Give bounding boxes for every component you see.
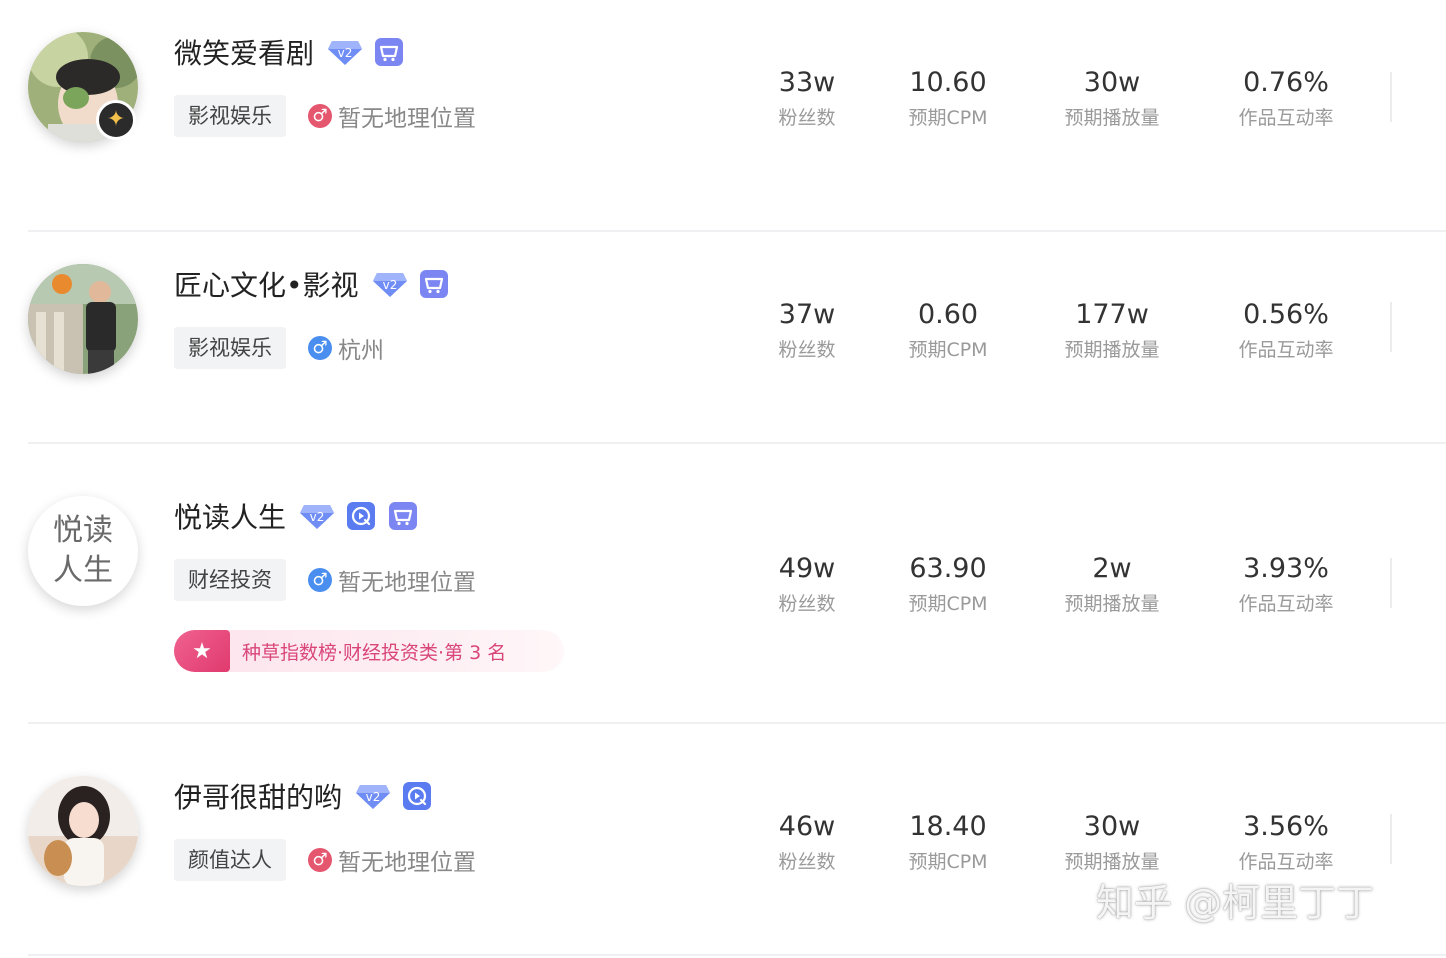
fans-stat: 46w 粉丝数 [750, 810, 864, 876]
avatar[interactable] [28, 264, 138, 374]
plays-stat: 2w 预期播放量 [1042, 552, 1182, 618]
engagement-value: 0.76% [1243, 67, 1329, 98]
cpm-value: 0.60 [917, 299, 979, 330]
creator-name[interactable]: 悦读人生 [174, 496, 286, 536]
fans-stat: 37w 粉丝数 [750, 298, 864, 364]
engagement-label: 作品互动率 [1238, 339, 1334, 361]
cpm-value: 10.60 [909, 67, 987, 98]
avatar-text-line: 悦读 [53, 513, 113, 548]
creator-name[interactable]: 微笑爱看剧 [174, 32, 314, 72]
v2-badge-icon: v2 [372, 270, 407, 298]
location-text: 杭州 [338, 338, 384, 364]
shop-cart-icon [388, 501, 418, 531]
svg-text:v2: v2 [338, 46, 353, 60]
plays-value: 30w [1083, 67, 1141, 98]
divider [1390, 72, 1392, 122]
creator-name[interactable]: 匠心文化•影视 [174, 264, 359, 304]
category-tag: 财经投资 [174, 559, 286, 601]
creator-row[interactable]: 悦读 人生 悦读人生 v2 财经投资 ♂ 暂无地理位置 ★ 种草指数榜·财经投资… [28, 444, 1446, 724]
engagement-stat: 0.76% 作品互动率 [1218, 66, 1354, 132]
gender-female-icon: ♂ [308, 104, 332, 128]
engagement-label: 作品互动率 [1238, 593, 1334, 615]
v2-badge-icon: v2 [300, 502, 335, 530]
plays-value: 2w [1092, 553, 1132, 584]
fans-label: 粉丝数 [778, 593, 836, 615]
creator-list: ✦ 微笑爱看剧 v2 影视娱乐 ♂ 暂无地理位置 33w 粉丝数 10.60 预… [0, 0, 1446, 958]
creator-row[interactable]: 匠心文化•影视 v2 影视娱乐 ♂ 杭州 37w 粉丝数 0.60 预期CPM … [28, 212, 1446, 444]
divider [1390, 302, 1392, 352]
plays-stat: 30w 预期播放量 [1042, 66, 1182, 132]
engagement-value: 3.93% [1243, 553, 1329, 584]
location-text: 暂无地理位置 [338, 570, 476, 596]
plays-label: 预期播放量 [1064, 593, 1160, 615]
avatar[interactable]: 悦读 人生 [28, 496, 138, 606]
engagement-value: 3.56% [1243, 811, 1329, 842]
fans-value: 46w [778, 811, 836, 842]
engagement-stat: 3.93% 作品互动率 [1218, 552, 1354, 618]
shop-cart-icon [419, 269, 449, 299]
rank-badge[interactable]: ★ 种草指数榜·财经投资类·第 3 名 [174, 630, 564, 672]
cpm-value: 18.40 [909, 811, 987, 842]
divider [1390, 814, 1392, 864]
cpm-label: 预期CPM [908, 593, 988, 615]
plays-value: 30w [1083, 811, 1141, 842]
fans-label: 粉丝数 [778, 339, 836, 361]
plays-stat: 177w 预期播放量 [1042, 298, 1182, 364]
cpm-stat: 0.60 预期CPM [886, 298, 1010, 364]
plays-stat: 30w 预期播放量 [1042, 810, 1182, 876]
rank-text: 种草指数榜·财经投资类·第 3 名 [242, 641, 507, 664]
engagement-label: 作品互动率 [1238, 107, 1334, 129]
svg-text:v2: v2 [310, 510, 325, 524]
v2-badge-icon: v2 [328, 38, 363, 66]
plays-label: 预期播放量 [1064, 339, 1160, 361]
divider [1390, 558, 1392, 608]
fans-value: 37w [778, 299, 836, 330]
cpm-value: 63.90 [909, 553, 987, 584]
creator-name[interactable]: 伊哥很甜的哟 [174, 776, 342, 816]
engagement-stat: 3.56% 作品互动率 [1218, 810, 1354, 876]
cpm-label: 预期CPM [908, 339, 988, 361]
cpm-label: 预期CPM [908, 107, 988, 129]
category-tag: 影视娱乐 [174, 327, 286, 369]
cpm-stat: 10.60 预期CPM [886, 66, 1010, 132]
creator-row[interactable]: ✦ 微笑爱看剧 v2 影视娱乐 ♂ 暂无地理位置 33w 粉丝数 10.60 预… [28, 0, 1446, 232]
video-play-icon [346, 501, 376, 531]
video-play-icon [402, 781, 432, 811]
shop-cart-icon [374, 37, 404, 67]
cpm-label: 预期CPM [908, 851, 988, 873]
fans-value: 49w [778, 553, 836, 584]
cpm-stat: 18.40 预期CPM [886, 810, 1010, 876]
watermark-text: 知乎 @柯里丁丁 [1096, 881, 1375, 925]
fans-stat: 33w 粉丝数 [750, 66, 864, 132]
star-badge-icon: ✦ [96, 100, 136, 140]
fans-label: 粉丝数 [778, 851, 836, 873]
fans-label: 粉丝数 [778, 107, 836, 129]
gender-male-icon: ♂ [308, 336, 332, 360]
category-tag: 颜值达人 [174, 839, 286, 881]
category-tag: 影视娱乐 [174, 95, 286, 137]
fans-stat: 49w 粉丝数 [750, 552, 864, 618]
svg-text:v2: v2 [366, 790, 381, 804]
plays-value: 177w [1075, 299, 1149, 330]
avatar[interactable] [28, 776, 138, 886]
v2-badge-icon: v2 [356, 782, 391, 810]
location-text: 暂无地理位置 [338, 850, 476, 876]
gender-male-icon: ♂ [308, 568, 332, 592]
avatar-text-line: 人生 [53, 553, 113, 588]
location-text: 暂无地理位置 [338, 106, 476, 132]
plays-label: 预期播放量 [1064, 107, 1160, 129]
engagement-value: 0.56% [1243, 299, 1329, 330]
engagement-stat: 0.56% 作品互动率 [1218, 298, 1354, 364]
svg-text:v2: v2 [382, 278, 397, 292]
gender-female-icon: ♂ [308, 848, 332, 872]
fans-value: 33w [778, 67, 836, 98]
cpm-stat: 63.90 预期CPM [886, 552, 1010, 618]
star-icon: ★ [174, 630, 230, 672]
